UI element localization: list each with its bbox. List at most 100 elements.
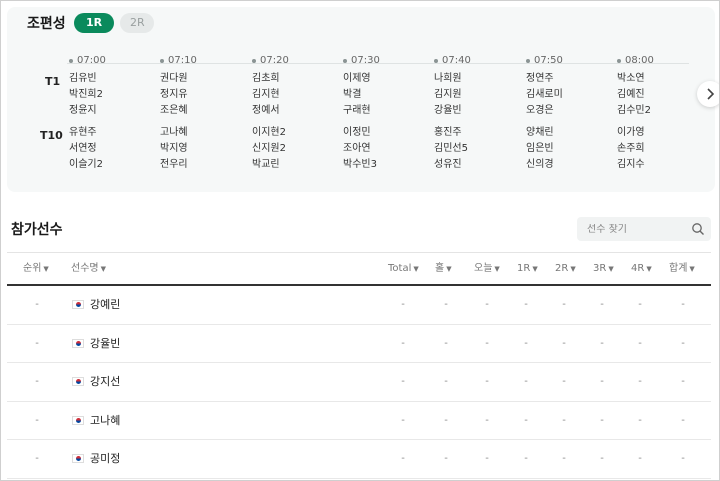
group-players: 이제영 박결 구래현 [343,73,371,116]
total-cell: - [401,414,405,426]
r2-cell: - [562,414,566,426]
group-players: 고나혜 박지영 전우리 [160,127,188,170]
search-input[interactable] [587,223,691,235]
r1-cell: - [524,453,528,464]
group-players: 김유빈 박진희2 정윤지 [69,73,103,116]
flag-kr-icon [72,338,84,348]
leaderboard-table: 순위 ▼ 선수명 ▼ Total ▼ 홀 ▼ 오늘 ▼ 1R ▼ 2R ▼ 3R ▼ 4R ▼ 합… [7,252,711,479]
sum-cell: - [681,414,685,426]
pairing-title: 조편성 [27,16,66,32]
tee-time: 07:30 [343,55,380,66]
today-cell: - [485,376,489,387]
r4-cell: - [638,453,642,464]
col-r4-header[interactable]: 4R ▼ [631,253,652,285]
group-players: 정연주 김새로미 오경은 [526,73,563,116]
total-cell: - [401,453,405,464]
hole-cell: - [444,337,448,349]
table-row[interactable]: - 공미정 - - - - - - - - [7,440,711,479]
r1-cell: - [524,414,528,426]
sum-cell: - [681,376,685,387]
table-row[interactable]: - 강율빈 - - - - - - - - [7,325,711,363]
tee-time: 07:50 [526,55,563,66]
r4-cell: - [638,414,642,426]
today-cell: - [485,337,489,349]
round-tab-1r[interactable]: 1R [74,13,114,33]
group-players: 이정민 조아연 박수빈3 [343,127,377,170]
col-r3-header[interactable]: 3R ▼ [593,253,614,285]
hole-cell: - [444,414,448,426]
tee-time: 07:10 [160,55,197,66]
r4-cell: - [638,299,642,310]
r2-cell: - [562,337,566,349]
table-header: 순위 ▼ 선수명 ▼ Total ▼ 홀 ▼ 오늘 ▼ 1R ▼ 2R ▼ 3R ▼ 4R ▼ 합… [7,252,711,286]
r1-cell: - [524,299,528,310]
rank-cell: - [35,337,39,349]
today-cell: - [485,453,489,464]
flag-kr-icon [72,415,84,425]
hole-cell: - [444,376,448,387]
r2-cell: - [562,299,566,310]
table-row[interactable]: - 강예린 - - - - - - - - [7,286,711,325]
tee-label-t1: T1 [45,75,61,88]
rank-cell: - [35,453,39,464]
rank-cell: - [35,299,39,310]
group-players: 유현주 서연정 이슬기2 [69,127,103,170]
today-cell: - [485,299,489,310]
tee-time: 07:40 [434,55,471,66]
col-hole-header[interactable]: 홀 ▼ [435,253,452,285]
today-cell: - [485,414,489,426]
player-name[interactable]: 고나혜 [90,402,120,440]
pairing-panel: 조편성 1R 2R 07:00 07:10 07:20 07:30 07:40 … [7,7,715,192]
round-tab-2r[interactable]: 2R [120,13,154,33]
col-r2-header[interactable]: 2R ▼ [555,253,576,285]
r1-cell: - [524,376,528,387]
flag-kr-icon [72,454,84,463]
r3-cell: - [600,453,604,464]
rank-cell: - [35,376,39,387]
player-name[interactable]: 공미정 [90,440,120,478]
group-players: 나희원 김지원 강율빈 [434,73,462,116]
r3-cell: - [600,414,604,426]
tee-time: 07:20 [252,55,289,66]
r3-cell: - [600,299,604,310]
sum-cell: - [681,299,685,310]
group-players: 이가영 손주희 김지수 [617,127,645,170]
group-players: 김초희 김지현 정예서 [252,73,280,116]
table-row[interactable]: - 고나혜 - - - - - - - - [7,402,711,440]
total-cell: - [401,376,405,387]
flag-kr-icon [72,377,84,386]
search-icon[interactable] [691,222,705,236]
col-r1-header[interactable]: 1R ▼ [517,253,538,285]
total-cell: - [401,337,405,349]
table-row[interactable]: - 강지선 - - - - - - - - [7,363,711,402]
flag-kr-icon [72,300,84,309]
r4-cell: - [638,337,642,349]
next-times-button[interactable] [697,81,719,107]
col-sum-header[interactable]: 합계 ▼ [669,253,695,285]
group-players: 박소연 김예진 김수민2 [617,73,651,116]
sum-cell: - [681,337,685,349]
tee-label-t10: T10 [40,129,63,142]
page-frame: 조편성 1R 2R 07:00 07:10 07:20 07:30 07:40 … [0,0,720,481]
rank-cell: - [35,414,39,426]
r2-cell: - [562,453,566,464]
group-players: 홍진주 김민선5 성유진 [434,127,468,170]
total-cell: - [401,299,405,310]
player-name[interactable]: 강예린 [90,286,120,324]
participants-title: 참가선수 [11,222,63,238]
group-players: 권다원 정지유 조은혜 [160,73,188,116]
tee-time: 07:00 [69,55,106,66]
player-search [577,217,711,241]
r4-cell: - [638,376,642,387]
col-today-header[interactable]: 오늘 ▼ [474,253,500,285]
player-name[interactable]: 강율빈 [90,325,120,363]
col-rank-header[interactable]: 순위 ▼ [23,253,49,285]
col-name-header[interactable]: 선수명 ▼ [71,253,106,285]
player-name[interactable]: 강지선 [90,363,120,401]
col-total-header[interactable]: Total ▼ [388,253,419,285]
r3-cell: - [600,376,604,387]
r2-cell: - [562,376,566,387]
chevron-right-icon [707,88,715,100]
group-players: 이지현2 신지원2 박교린 [252,127,286,170]
hole-cell: - [444,453,448,464]
